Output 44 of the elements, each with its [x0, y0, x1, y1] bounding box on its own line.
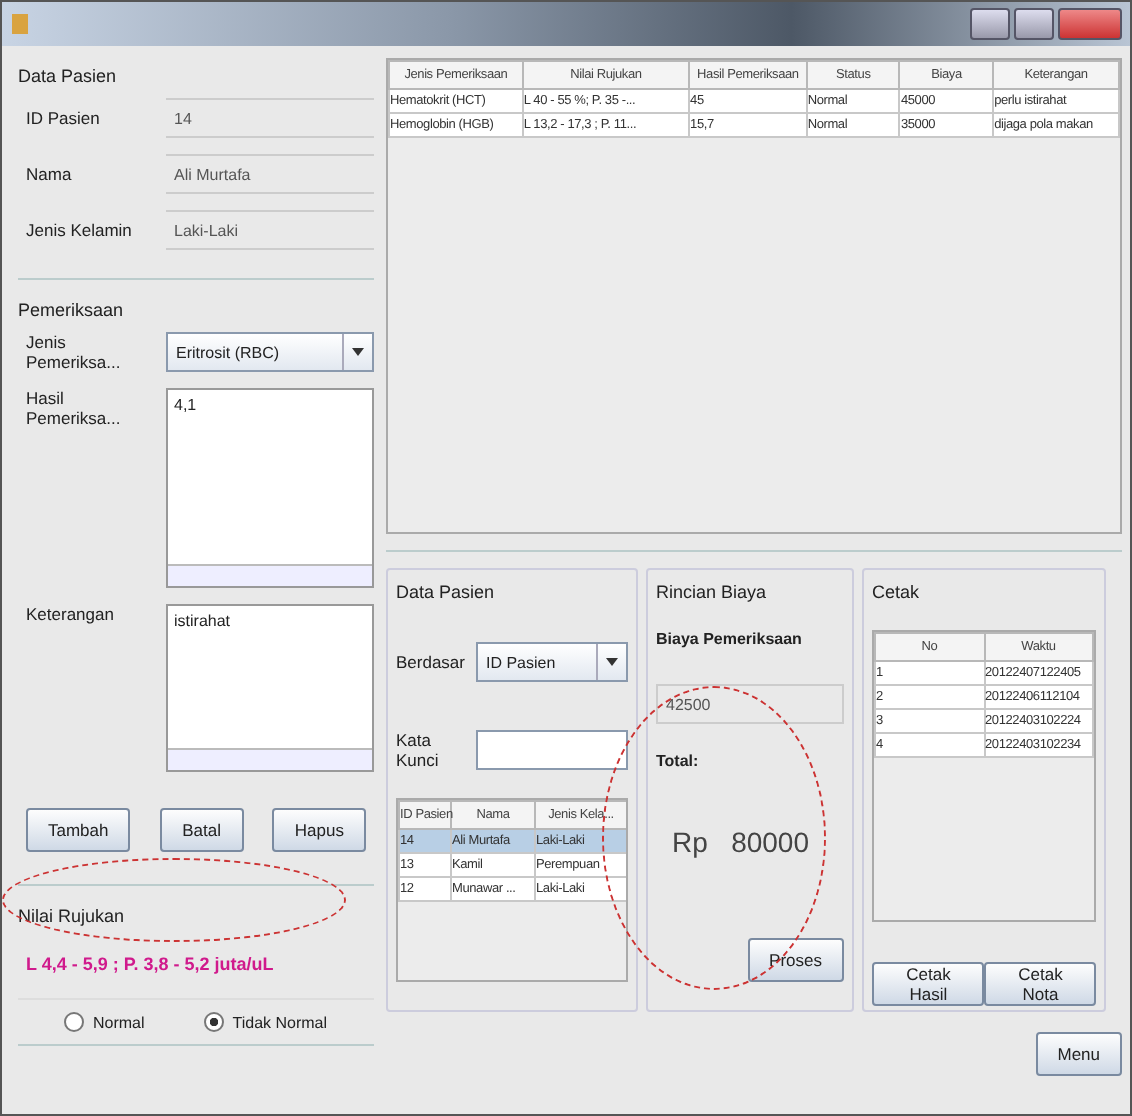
field-label: Jenis Kelamin — [26, 220, 134, 240]
search-by-dropdown[interactable]: ID Pasien — [476, 642, 628, 682]
text-field[interactable]: Ali Murtafa — [166, 154, 374, 194]
print-button[interactable]: Cetak Nota — [984, 962, 1096, 1006]
text-field[interactable]: Laki-Laki — [166, 210, 374, 250]
group-title: Cetak — [872, 582, 922, 602]
caret-icon — [352, 348, 364, 356]
print-button[interactable]: Cetak Hasil — [872, 962, 985, 1006]
text-field[interactable]: 14 — [166, 98, 374, 138]
total-label: Total: — [656, 752, 701, 770]
group-title: Data Pasien — [396, 582, 497, 602]
menu-button[interactable]: Menu — [1035, 1032, 1122, 1076]
action-button[interactable]: Hapus — [272, 808, 366, 852]
reference-value: L 4,4 - 5,9 ; P. 3,8 - 5,2 juta/uL — [26, 954, 276, 974]
field-label: Hasil Pemeriksa... — [26, 388, 123, 428]
group-title: Nilai Rujukan — [18, 906, 127, 926]
cost-label: Biaya Pemeriksaan — [656, 630, 804, 648]
close-button[interactable] — [1058, 8, 1122, 40]
horizontal-scrollbar[interactable] — [168, 748, 372, 770]
field-label: Berdasar — [396, 652, 464, 672]
action-button[interactable]: Batal — [160, 808, 244, 852]
field-label: Jenis Pemeriksa... — [26, 332, 123, 372]
total-value: Rp 80000 — [672, 826, 811, 858]
note-text-area[interactable]: istirahat — [166, 604, 374, 772]
field-label: Keterangan — [26, 604, 116, 624]
group-title: Rincian Biaya — [656, 582, 769, 602]
app-icon — [10, 12, 30, 36]
field-label: Nama — [26, 164, 74, 184]
result-text-area[interactable]: 4,1 — [166, 388, 374, 588]
horizontal-scrollbar[interactable] — [168, 564, 372, 586]
radio-option[interactable]: Normal — [64, 1012, 145, 1032]
minimize-button[interactable] — [970, 8, 1010, 40]
exam-type-dropdown[interactable]: Eritrosit (RBC) — [166, 332, 374, 372]
field-label: Kata Kunci — [396, 730, 441, 770]
field-label: ID Pasien — [26, 108, 102, 128]
radio-option[interactable]: Tidak Normal — [204, 1012, 328, 1032]
cost-field[interactable]: 42500 — [656, 684, 844, 724]
group-title: Pemeriksaan — [18, 300, 126, 320]
group-title: Data Pasien — [18, 66, 119, 86]
process-button[interactable]: Proses — [747, 938, 844, 982]
maximize-button[interactable] — [1014, 8, 1054, 40]
caret-icon — [606, 658, 618, 666]
keyword-field[interactable] — [476, 730, 628, 770]
action-button[interactable]: Tambah — [26, 808, 131, 852]
